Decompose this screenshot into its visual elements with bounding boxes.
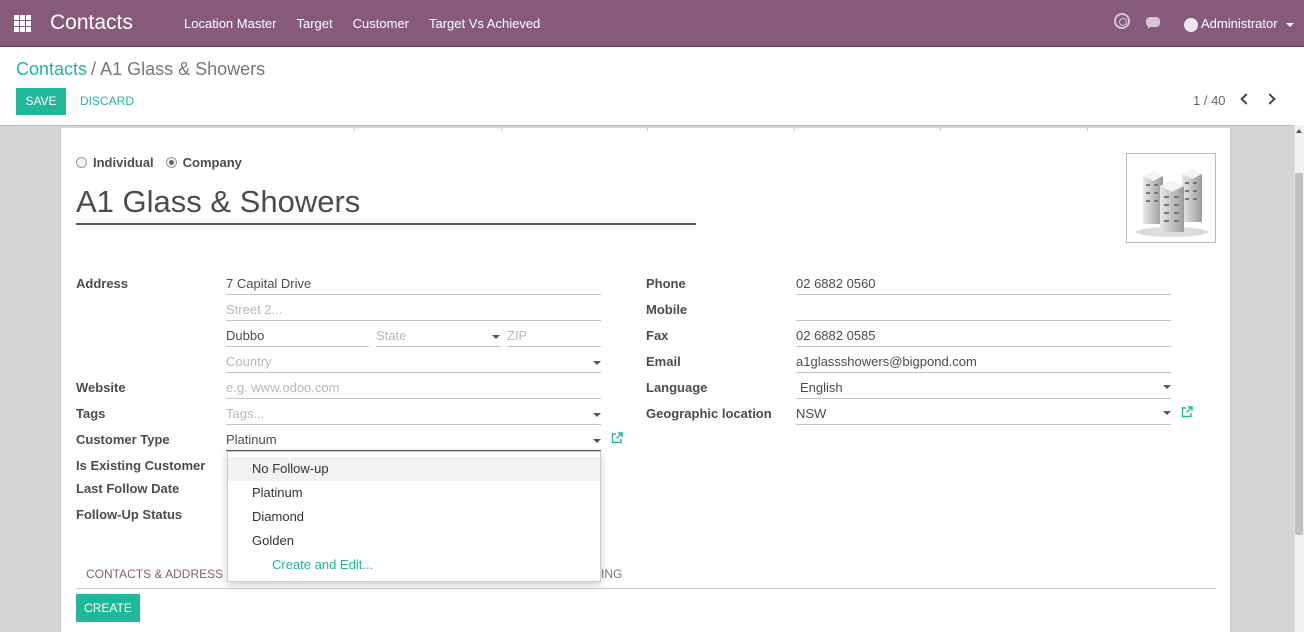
address-label: Address [76, 276, 129, 291]
avatar[interactable] [1184, 18, 1198, 32]
email-input[interactable]: a1glassshowers@bigpond.com [796, 354, 1171, 373]
breadcrumb-contacts[interactable]: Contacts [16, 59, 87, 79]
street2-input[interactable]: Street 2... [226, 302, 601, 321]
breadcrumb-separator: / [91, 59, 97, 79]
chevron-down-icon[interactable] [1163, 411, 1171, 415]
main-menu: Location Master Target Customer Target V… [184, 16, 560, 31]
website-label: Website [76, 380, 126, 395]
fax-input[interactable]: 02 6882 0585 [796, 328, 1171, 347]
city-input[interactable]: Dubbo [226, 328, 369, 347]
mobile-label: Mobile [646, 302, 688, 317]
partner-name-input[interactable]: A1 Glass & Showers [76, 183, 696, 225]
phone-label: Phone [646, 276, 686, 291]
discard-button[interactable]: DISCARD [76, 88, 138, 115]
dropdown-option-no-follow-up[interactable]: No Follow-up [228, 457, 600, 481]
website-input[interactable]: e.g. www.odoo.com [226, 380, 601, 399]
customer-type-dropdown: No Follow-up Platinum Diamond Golden Cre… [227, 451, 601, 582]
language-select[interactable]: English [796, 380, 1171, 399]
email-label: Email [646, 354, 681, 369]
save-button[interactable]: SAVE [16, 88, 66, 115]
dropdown-option-diamond[interactable]: Diamond [228, 505, 600, 529]
pager-value[interactable]: 1 / 40 [1193, 93, 1226, 108]
create-and-edit-option[interactable]: Create and Edit... [228, 553, 600, 577]
mentions-icon[interactable] [1114, 13, 1130, 29]
apps-menu-icon[interactable] [14, 15, 31, 32]
menu-item-target-vs-achieved[interactable]: Target Vs Achieved [429, 16, 540, 31]
user-menu[interactable]: Administrator [1201, 16, 1278, 31]
chevron-left-icon[interactable] [1240, 93, 1252, 105]
dropdown-option-golden[interactable]: Golden [228, 529, 600, 553]
company-image[interactable] [1126, 153, 1216, 243]
scroll-up-icon[interactable] [1296, 129, 1302, 133]
tab-partially-hidden[interactable]: ING [601, 567, 622, 581]
breadcrumb: Contacts / A1 Glass & Showers [16, 59, 265, 80]
mobile-input[interactable] [796, 302, 1171, 321]
app-title[interactable]: Contacts [50, 11, 133, 35]
chevron-right-icon[interactable] [1264, 93, 1276, 105]
individual-label[interactable]: Individual [93, 155, 154, 170]
chevron-down-icon[interactable] [593, 439, 601, 443]
country-select[interactable]: Country [226, 354, 601, 373]
follow-up-status-label: Follow-Up Status [76, 507, 183, 522]
chevron-down-icon[interactable] [492, 335, 500, 339]
chevron-down-icon[interactable] [1163, 385, 1171, 389]
company-type-radio-group: Individual Company [76, 155, 254, 170]
chevron-down-icon[interactable] [593, 361, 601, 365]
building-icon [1136, 169, 1208, 237]
last-follow-date-label: Last Follow Date [76, 481, 180, 496]
menu-item-target[interactable]: Target [297, 16, 333, 31]
state-select[interactable]: State [376, 328, 501, 347]
external-link-icon[interactable] [1181, 406, 1193, 418]
menu-item-location-master[interactable]: Location Master [184, 16, 277, 31]
notebook-tabs-border [76, 588, 1216, 589]
chat-icon[interactable] [1146, 17, 1160, 29]
chevron-down-icon[interactable] [593, 413, 601, 417]
individual-radio[interactable] [76, 157, 87, 168]
customer-type-input[interactable]: Platinum [226, 432, 601, 451]
breadcrumb-current: A1 Glass & Showers [100, 59, 266, 79]
tags-input[interactable]: Tags... [226, 406, 601, 425]
street-input[interactable]: 7 Capital Drive [226, 276, 601, 295]
company-radio[interactable] [165, 157, 177, 168]
tab-contacts-address[interactable]: CONTACTS & ADDRESS [86, 567, 223, 581]
language-label: Language [646, 380, 708, 395]
fax-label: Fax [646, 328, 669, 343]
zip-input[interactable]: ZIP [507, 328, 601, 347]
top-navbar: Contacts Location Master Target Customer… [0, 0, 1304, 47]
menu-item-customer[interactable]: Customer [353, 16, 409, 31]
create-button[interactable]: CREATE [76, 594, 140, 622]
chevron-down-icon[interactable] [1286, 23, 1294, 27]
company-label[interactable]: Company [183, 155, 242, 170]
external-link-icon[interactable] [611, 432, 623, 444]
tags-label: Tags [76, 406, 106, 421]
dropdown-option-platinum[interactable]: Platinum [228, 481, 600, 505]
scrollbar-thumb[interactable] [1295, 173, 1303, 535]
customer-type-label: Customer Type [76, 432, 170, 447]
phone-input[interactable]: 02 6882 0560 [796, 276, 1171, 295]
geographic-location-select[interactable]: NSW [796, 406, 1171, 425]
geographic-location-label: Geographic location [646, 406, 772, 421]
is-existing-customer-label: Is Existing Customer [76, 458, 206, 473]
